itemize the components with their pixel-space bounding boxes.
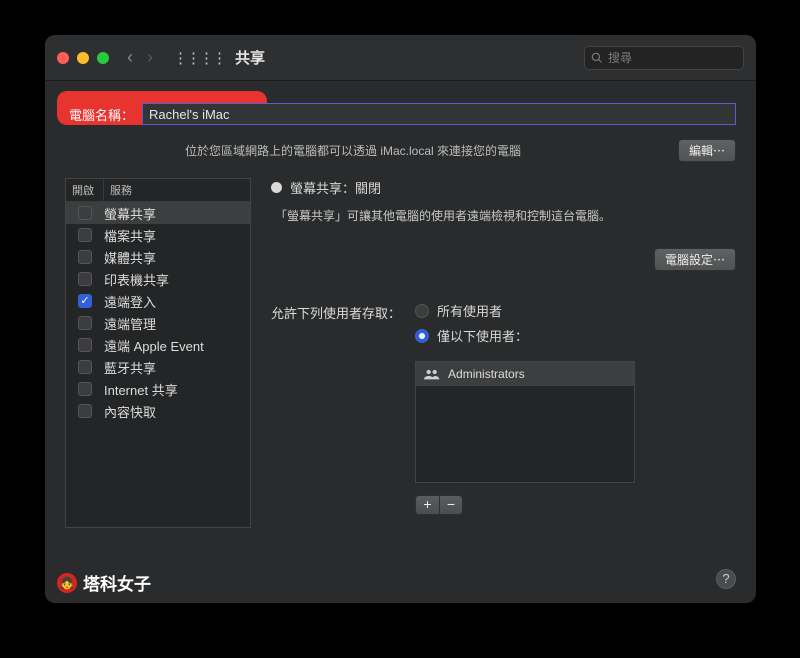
service-label: 藍牙共享: [104, 358, 156, 377]
service-checkbox[interactable]: [78, 338, 92, 352]
option-all-users[interactable]: 所有使用者: [415, 301, 635, 320]
back-button[interactable]: ‹: [127, 47, 133, 68]
service-label: 螢幕共享: [104, 204, 156, 223]
subtext-row: 位於您區域網路上的電腦都可以透過 iMac.local 來連接您的電腦 編輯⋯: [65, 139, 736, 162]
window-title: 共享: [235, 47, 265, 68]
computer-name-label: 電腦名稱：: [65, 105, 134, 124]
status-indicator-icon: [271, 182, 282, 193]
service-checkbox[interactable]: [78, 360, 92, 374]
computer-settings-button[interactable]: 電腦設定⋯: [654, 248, 736, 271]
service-checkbox[interactable]: ✓: [78, 294, 92, 308]
option-all-label: 所有使用者: [437, 301, 502, 320]
service-label: 遠端管理: [104, 314, 156, 333]
status-row: 螢幕共享：關閉: [271, 178, 736, 197]
computer-name-input[interactable]: [142, 103, 736, 125]
service-checkbox[interactable]: [78, 316, 92, 330]
service-row[interactable]: 內容快取: [66, 400, 250, 422]
option-only-users[interactable]: 僅以下使用者：: [415, 326, 635, 345]
service-row[interactable]: 遠端 Apple Event: [66, 334, 250, 356]
search-icon: [591, 52, 603, 64]
service-label: 印表機共享: [104, 270, 169, 289]
header-on: 開啟: [66, 179, 104, 201]
radio-icon: [415, 304, 429, 318]
service-checkbox[interactable]: [78, 250, 92, 264]
remove-user-button[interactable]: −: [439, 495, 463, 515]
service-row[interactable]: 藍牙共享: [66, 356, 250, 378]
nav-buttons: ‹ ›: [127, 47, 153, 68]
computer-name-subtext: 位於您區域網路上的電腦都可以透過 iMac.local 來連接您的電腦: [185, 142, 521, 159]
service-checkbox[interactable]: [78, 206, 92, 220]
user-name: Administrators: [448, 367, 525, 381]
status-text: 螢幕共享：關閉: [290, 178, 381, 197]
user-list: Administrators: [415, 361, 635, 483]
services-header: 開啟 服務: [66, 179, 250, 202]
radio-icon: [415, 329, 429, 343]
service-row[interactable]: 印表機共享: [66, 268, 250, 290]
service-row[interactable]: 螢幕共享: [66, 202, 250, 224]
service-checkbox[interactable]: [78, 272, 92, 286]
service-row[interactable]: Internet 共享: [66, 378, 250, 400]
sharing-prefs-window: ‹ › ⋮⋮⋮⋮ 共享 搜尋 電腦名稱： 位於您區域網路上的電腦都可以透過 iM…: [45, 35, 756, 603]
service-label: 內容快取: [104, 402, 156, 421]
detail-pane: 螢幕共享：關閉 「螢幕共享」可讓其他電腦的使用者遠端檢視和控制這台電腦。 電腦設…: [271, 178, 736, 528]
header-service: 服務: [104, 179, 250, 201]
service-checkbox[interactable]: [78, 228, 92, 242]
service-checkbox[interactable]: [78, 404, 92, 418]
user-row[interactable]: Administrators: [416, 362, 634, 386]
close-icon[interactable]: [57, 52, 69, 64]
access-options: 所有使用者 僅以下使用者： Administrators: [415, 301, 635, 515]
add-remove-buttons: + −: [415, 495, 635, 515]
access-label: 允許下列使用者存取：: [271, 301, 401, 515]
description-text: 「螢幕共享」可讓其他電腦的使用者遠端檢視和控制這台電腦。: [275, 207, 736, 224]
help-button[interactable]: ?: [716, 569, 736, 589]
service-row[interactable]: 檔案共享: [66, 224, 250, 246]
add-user-button[interactable]: +: [415, 495, 439, 515]
minimize-icon[interactable]: [77, 52, 89, 64]
search-placeholder: 搜尋: [608, 49, 632, 66]
watermark-text: 塔科女子: [83, 570, 151, 595]
service-row[interactable]: 媒體共享: [66, 246, 250, 268]
service-row[interactable]: ✓ 遠端登入: [66, 290, 250, 312]
service-row[interactable]: 遠端管理: [66, 312, 250, 334]
watermark-icon: 👧: [57, 573, 77, 593]
service-label: 遠端 Apple Event: [104, 336, 204, 355]
service-checkbox[interactable]: [78, 382, 92, 396]
watermark: 👧 塔科女子: [57, 570, 151, 595]
services-list: 開啟 服務 螢幕共享檔案共享媒體共享印表機共享 ✓ 遠端登入遠端管理遠端 Apple…: [65, 178, 251, 528]
service-label: 檔案共享: [104, 226, 156, 245]
access-row: 允許下列使用者存取： 所有使用者 僅以下使用者：: [271, 301, 736, 515]
titlebar: ‹ › ⋮⋮⋮⋮ 共享 搜尋: [45, 35, 756, 81]
forward-button[interactable]: ›: [147, 47, 153, 68]
zoom-icon[interactable]: [97, 52, 109, 64]
service-label: 遠端登入: [104, 292, 156, 311]
content-area: 電腦名稱： 位於您區域網路上的電腦都可以透過 iMac.local 來連接您的電…: [45, 81, 756, 603]
computer-name-row: 電腦名稱：: [65, 99, 736, 129]
edit-button[interactable]: 編輯⋯: [678, 139, 736, 162]
option-only-label: 僅以下使用者：: [437, 326, 528, 345]
traffic-lights: [57, 52, 109, 64]
service-label: 媒體共享: [104, 248, 156, 267]
show-all-icon[interactable]: ⋮⋮⋮⋮: [173, 49, 225, 67]
main-row: 開啟 服務 螢幕共享檔案共享媒體共享印表機共享 ✓ 遠端登入遠端管理遠端 Apple…: [65, 178, 736, 528]
service-label: Internet 共享: [104, 380, 178, 399]
search-input[interactable]: 搜尋: [584, 46, 744, 70]
users-icon: [424, 368, 440, 380]
